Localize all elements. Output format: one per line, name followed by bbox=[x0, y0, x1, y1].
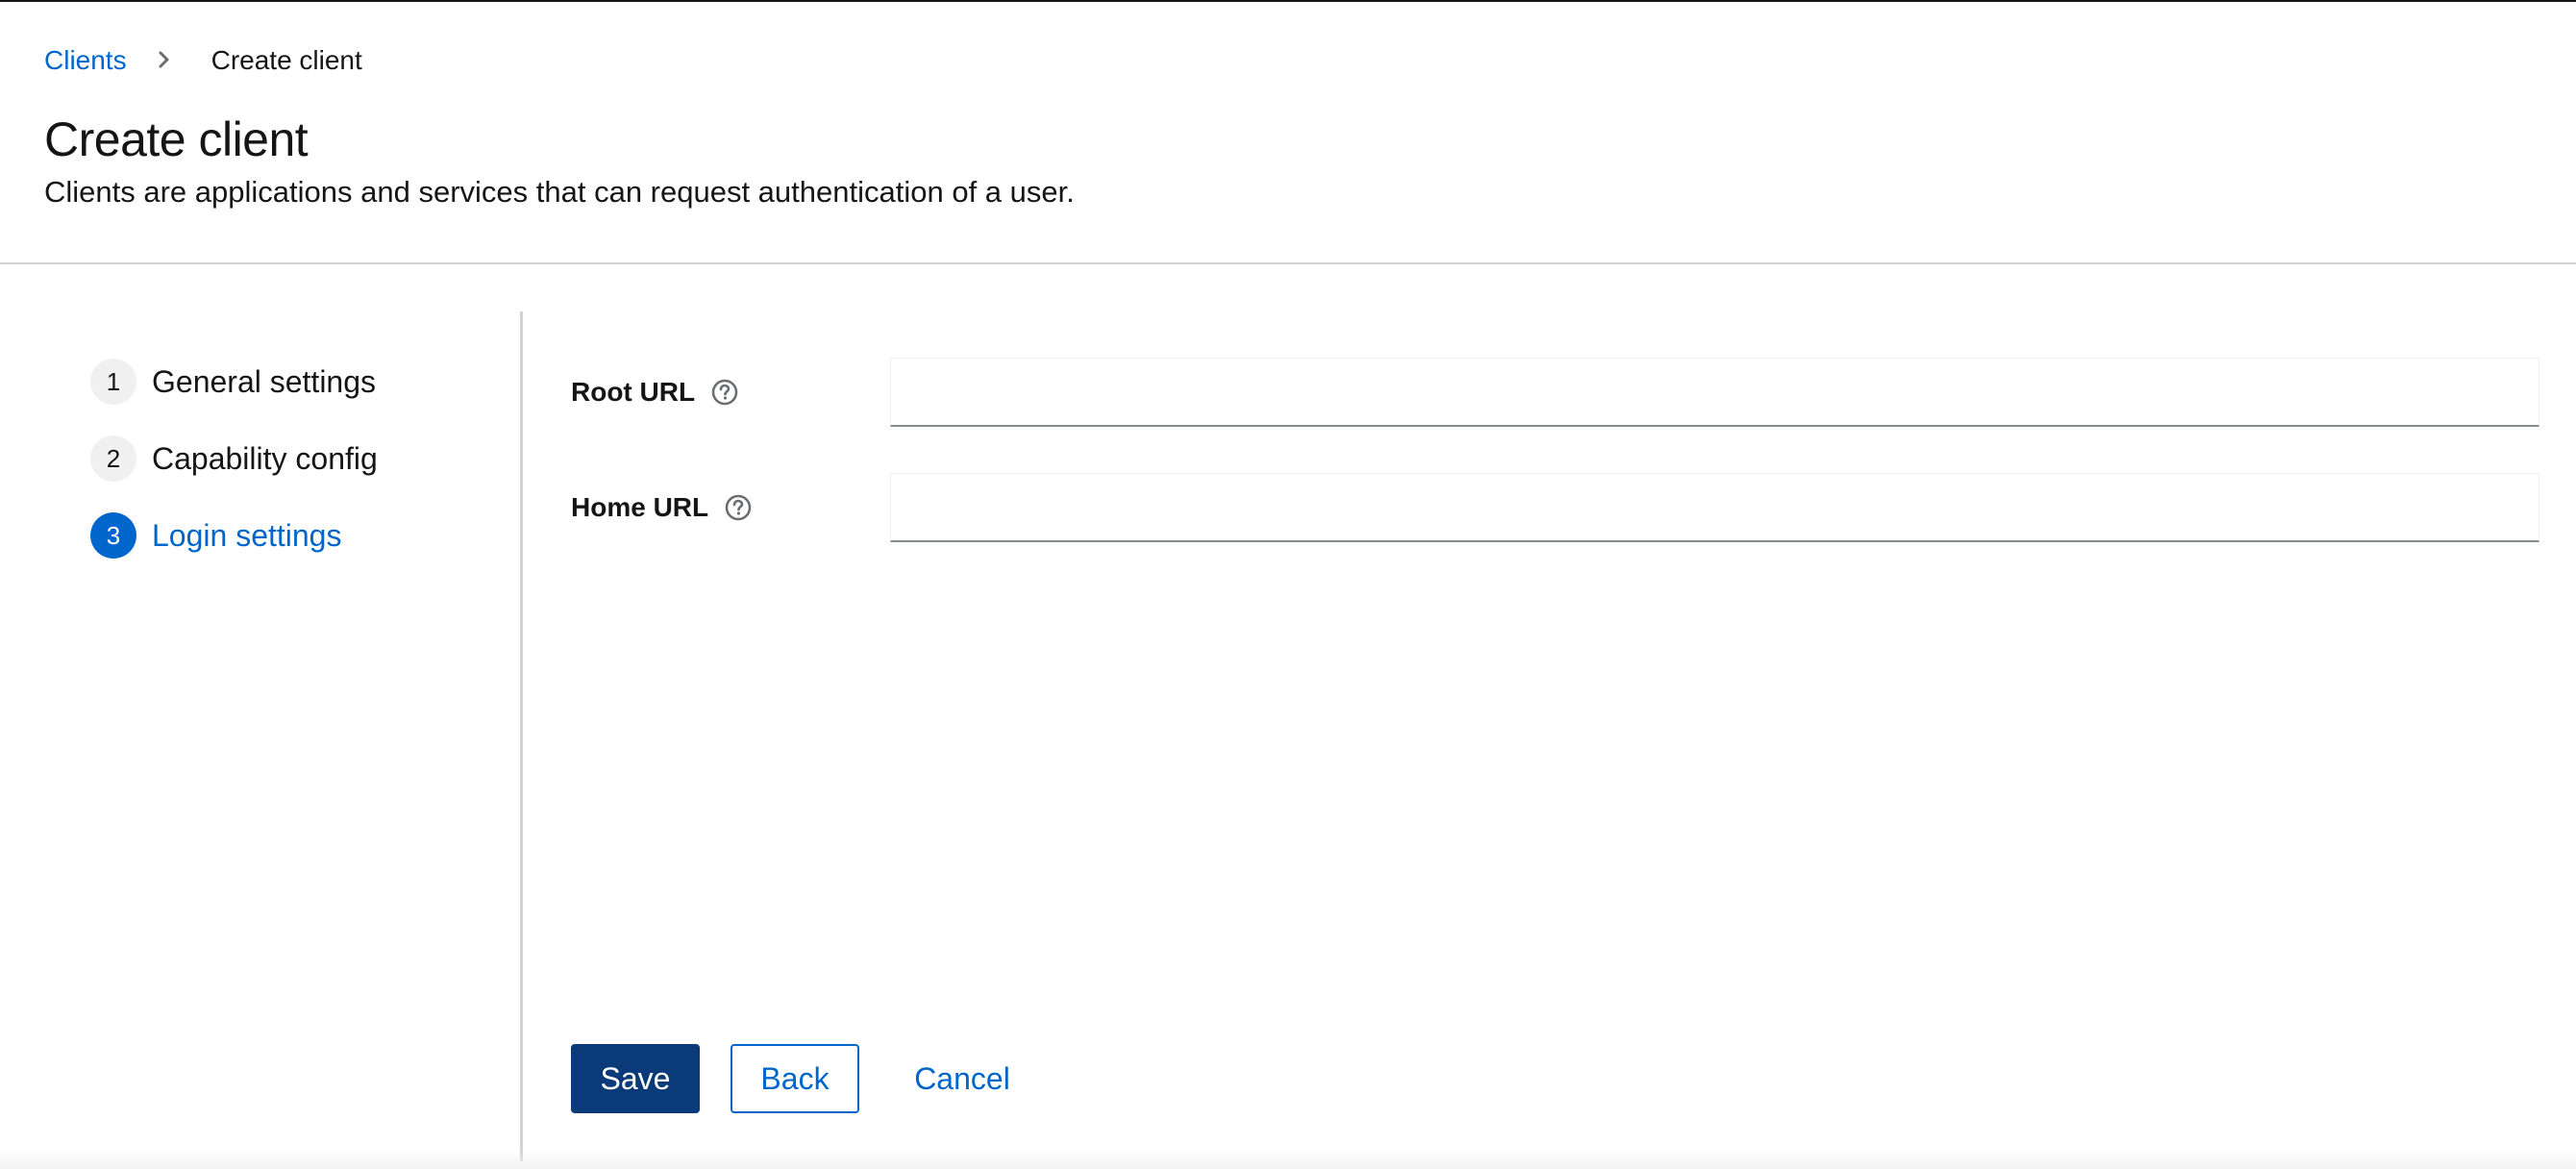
step-number: 1 bbox=[90, 359, 136, 405]
root-url-input[interactable] bbox=[890, 358, 2539, 427]
wizard-step-capability-config[interactable]: 2 Capability config bbox=[90, 435, 378, 483]
step-label: Capability config bbox=[152, 440, 378, 476]
home-url-label: Home URL bbox=[571, 492, 890, 523]
back-button[interactable]: Back bbox=[731, 1044, 859, 1113]
bottom-shadow bbox=[0, 1150, 2576, 1169]
question-circle-icon[interactable] bbox=[724, 493, 753, 522]
wizard-actions: Save Back Cancel bbox=[571, 1044, 1027, 1113]
page-title: Create client bbox=[44, 112, 309, 166]
page-description: Clients are applications and services th… bbox=[44, 175, 1075, 209]
breadcrumb-clients-link[interactable]: Clients bbox=[44, 45, 127, 76]
cancel-button[interactable]: Cancel bbox=[898, 1044, 1027, 1113]
root-url-label-text: Root URL bbox=[571, 377, 696, 407]
home-url-row: Home URL bbox=[571, 473, 2541, 542]
step-label: General settings bbox=[152, 363, 377, 399]
form-area: Root URL Home URL Save Back Cancel bbox=[526, 311, 2576, 1161]
header-divider bbox=[0, 262, 2576, 264]
save-button[interactable]: Save bbox=[571, 1044, 700, 1113]
breadcrumb-current: Create client bbox=[211, 45, 362, 75]
root-url-row: Root URL bbox=[571, 358, 2541, 427]
question-circle-icon[interactable] bbox=[710, 378, 739, 407]
step-label: Login settings bbox=[152, 517, 342, 553]
root-url-label: Root URL bbox=[571, 377, 890, 408]
wizard-nav: 1 General settings 2 Capability config 3… bbox=[0, 311, 523, 1161]
page: Clients Create client Create client Clie… bbox=[0, 0, 2576, 1169]
wizard-step-login-settings[interactable]: 3 Login settings bbox=[90, 511, 341, 560]
chevron-right-icon bbox=[150, 46, 179, 76]
wizard-step-general-settings[interactable]: 1 General settings bbox=[90, 358, 376, 406]
breadcrumb: Clients Create client bbox=[44, 33, 362, 88]
home-url-label-text: Home URL bbox=[571, 492, 709, 522]
step-number: 2 bbox=[90, 435, 136, 482]
step-number: 3 bbox=[90, 512, 136, 559]
home-url-input[interactable] bbox=[890, 473, 2539, 542]
